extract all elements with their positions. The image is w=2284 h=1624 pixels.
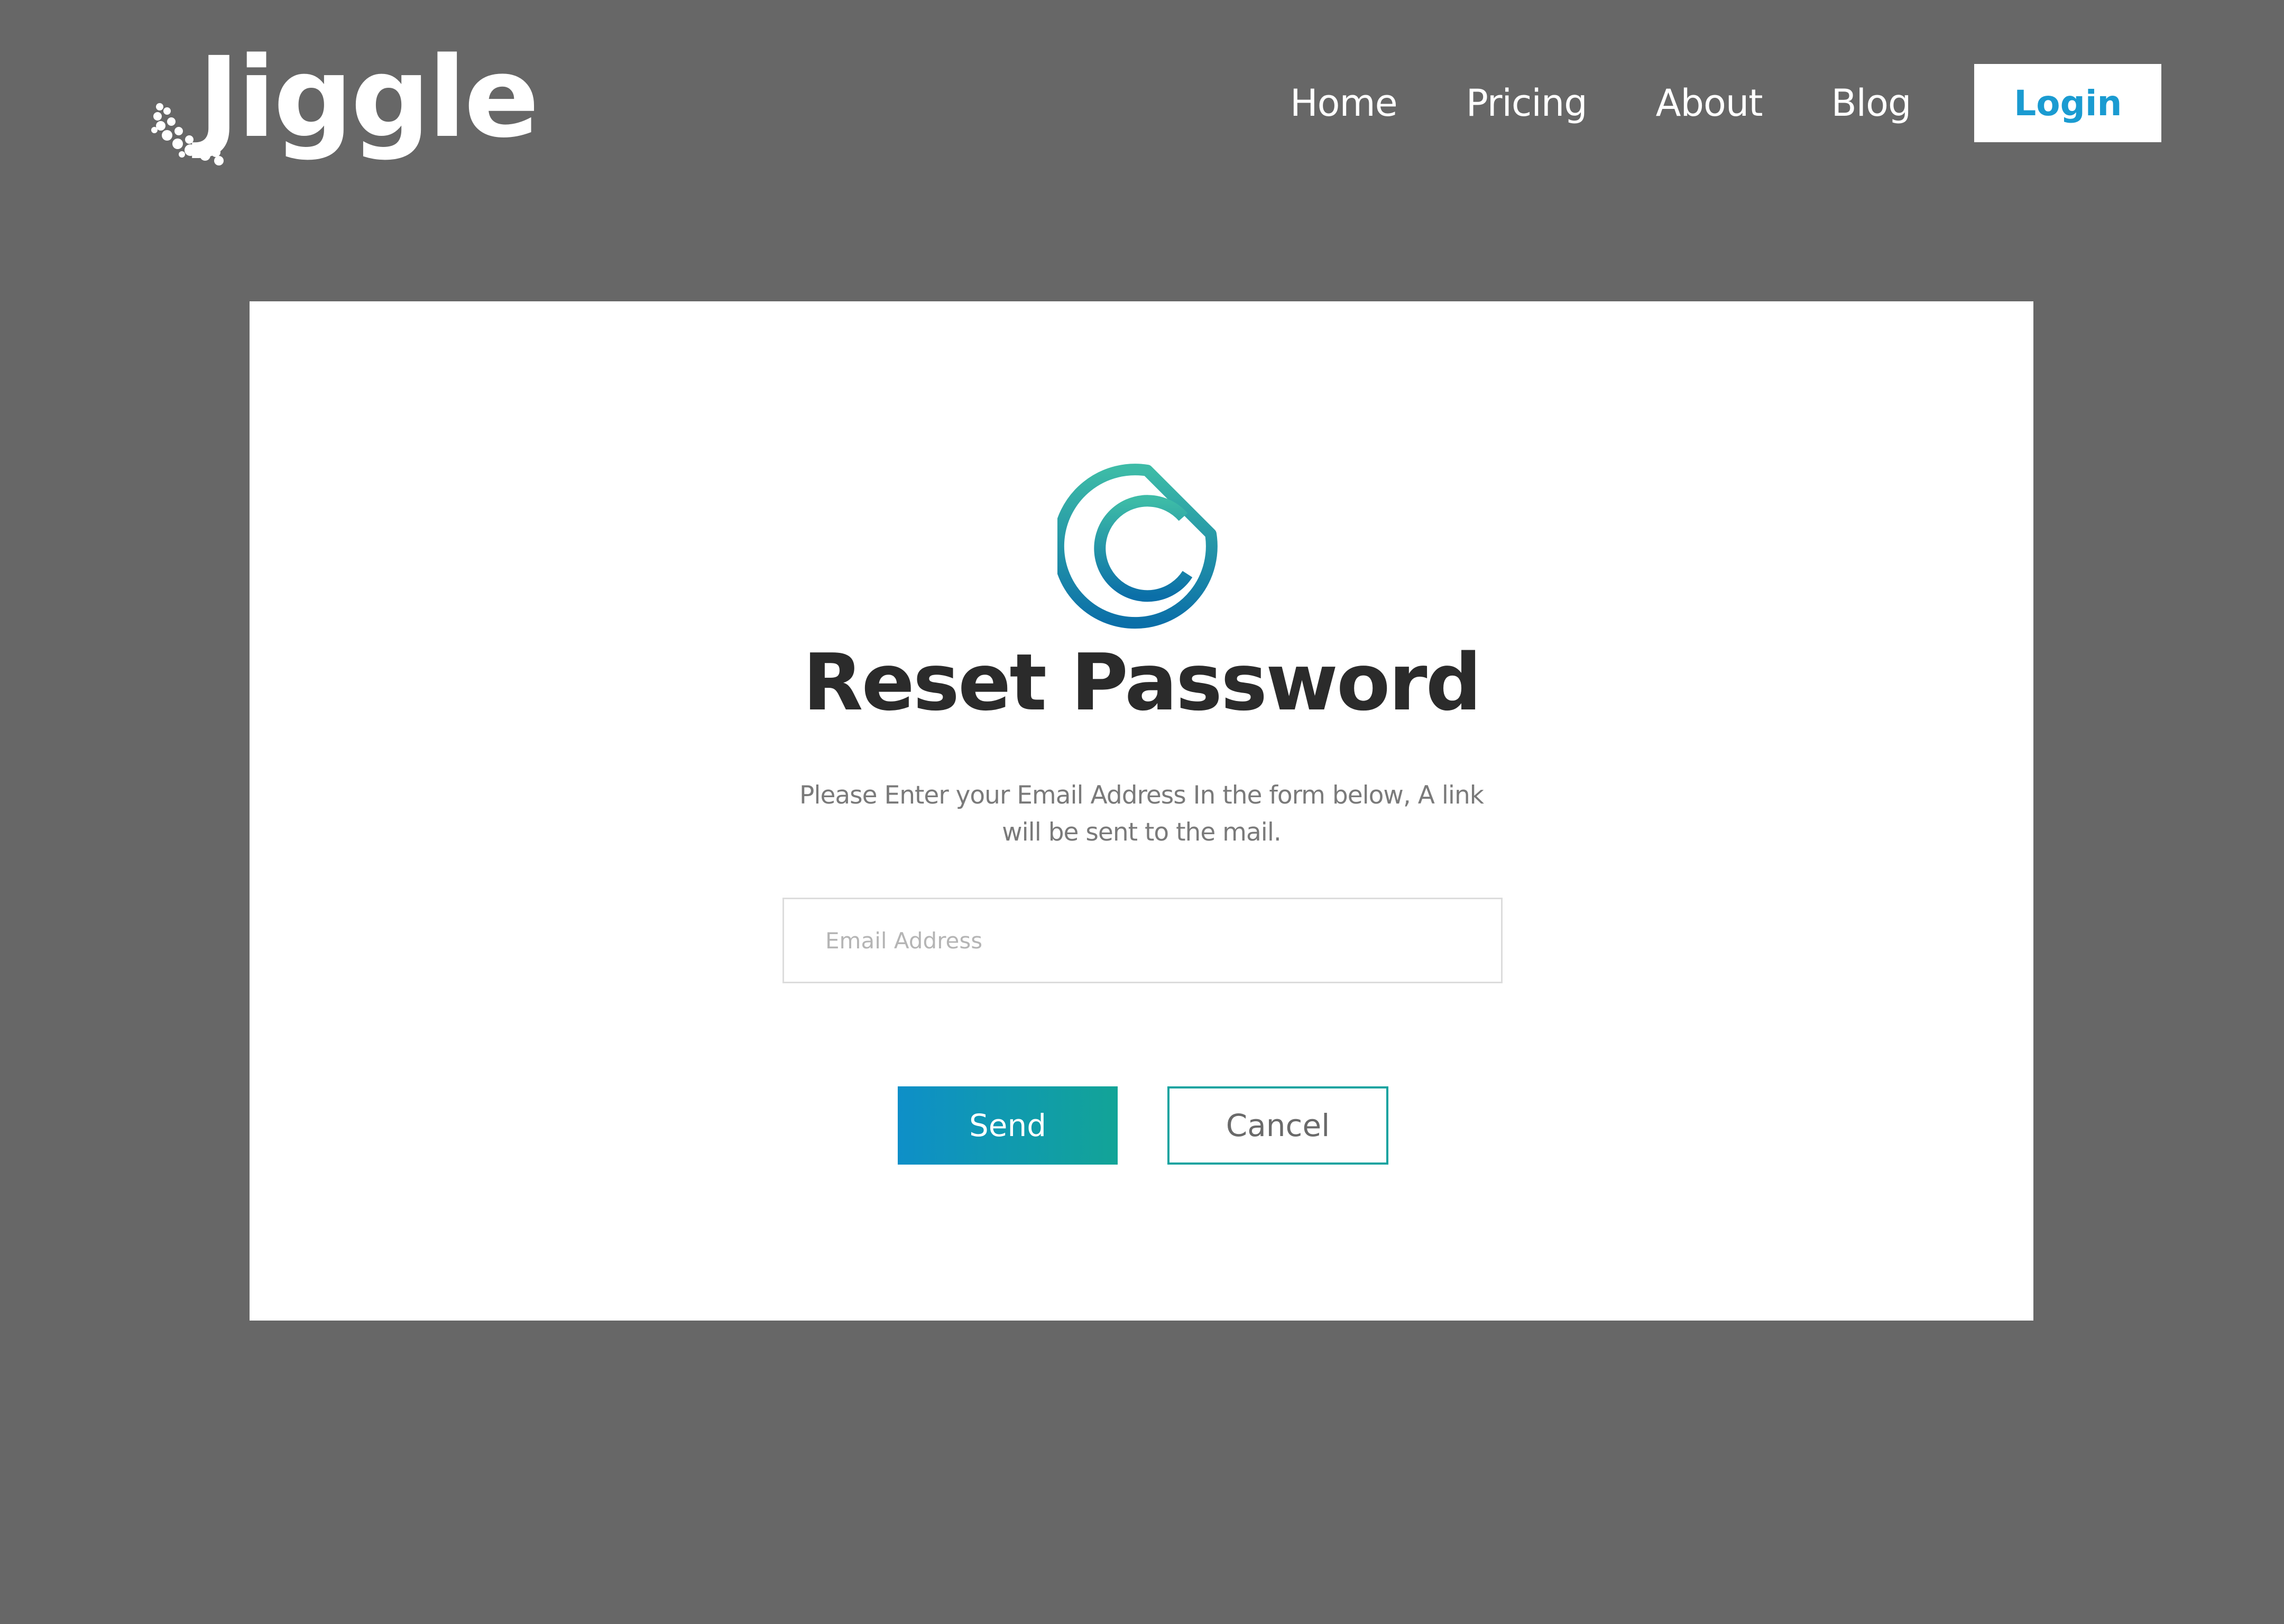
page-title: Reset Password — [803, 637, 1482, 728]
instructions-text: Please Enter your Email Address In the f… — [799, 781, 1484, 847]
login-button[interactable]: Login — [1974, 64, 2162, 142]
send-button[interactable]: Send — [898, 1086, 1118, 1165]
nav-link-about[interactable]: About — [1656, 81, 1763, 125]
email-input[interactable] — [782, 898, 1503, 983]
cancel-button[interactable]: Cancel — [1167, 1086, 1388, 1165]
main-nav: Home Pricing About Blog Login — [1290, 63, 2162, 143]
site-header: Jiggle Home Pricing About Blog Login — [0, 0, 2284, 201]
brand-logo[interactable]: Jiggle — [148, 37, 539, 174]
brand-name: Jiggle — [198, 33, 539, 162]
nav-link-home[interactable]: Home — [1290, 81, 1398, 125]
reset-password-card: Reset Password Please Enter your Email A… — [250, 301, 2033, 1321]
nav-link-blog[interactable]: Blog — [1831, 81, 1912, 125]
teardrop-c-logo-icon — [1057, 464, 1218, 629]
nav-link-pricing[interactable]: Pricing — [1466, 81, 1588, 125]
